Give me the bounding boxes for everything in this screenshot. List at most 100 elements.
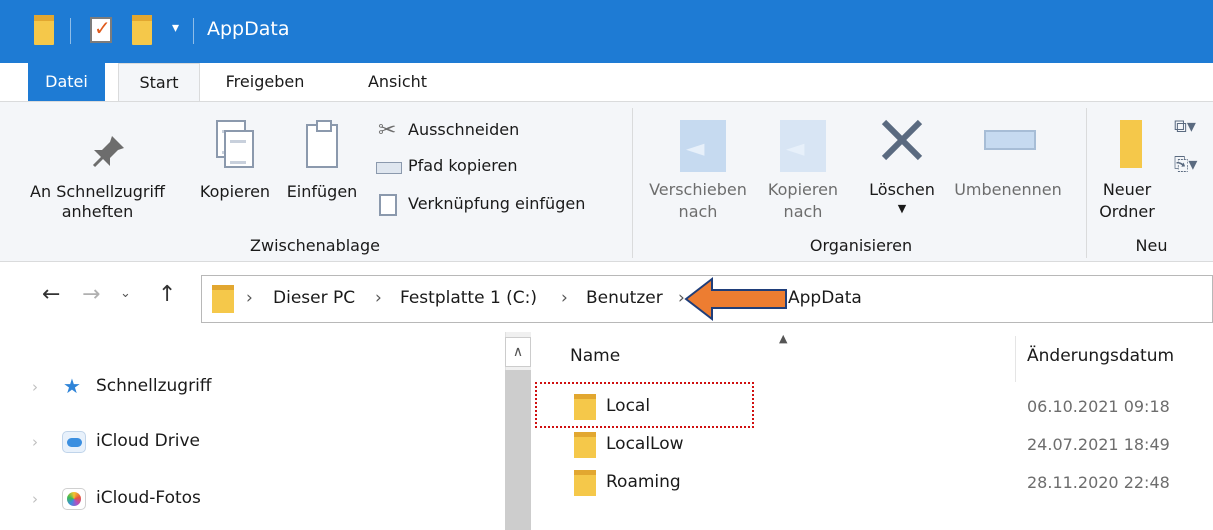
- clipboard-icon: [306, 120, 338, 168]
- file-row[interactable]: Roaming 28.11.2020 22:48: [540, 468, 1213, 500]
- tab-start[interactable]: Start: [118, 63, 200, 101]
- nav-item-label: Schnellzugriff: [96, 376, 212, 396]
- paste-shortcut-button[interactable]: Verknüpfung einfügen: [374, 192, 634, 220]
- ribbon: An Schnellzugriff anheften Kopieren Einf…: [0, 101, 1213, 262]
- new-item-icon[interactable]: ⧉▾: [1174, 116, 1208, 142]
- new-folder-label-line1: Neuer: [1102, 180, 1152, 199]
- paste-label: Einfügen: [286, 182, 358, 201]
- breadcrumb-benutzer[interactable]: Benutzer: [586, 288, 663, 308]
- star-pin-icon: ★: [63, 374, 81, 398]
- copy-icon: [224, 130, 254, 168]
- column-header-name[interactable]: Name: [570, 346, 620, 366]
- copy-path-button[interactable]: Pfad kopieren: [374, 154, 634, 182]
- file-date: 06.10.2021 09:18: [1027, 397, 1170, 416]
- breadcrumb-appdata[interactable]: AppData: [788, 288, 862, 308]
- pin-label-line1: An Schnellzugriff: [30, 182, 165, 201]
- pin-to-quick-access-button[interactable]: An Schnellzugriff anheften: [0, 102, 195, 227]
- annotation-arrow-icon: [684, 276, 787, 322]
- group-label-new: Neu: [1135, 236, 1168, 255]
- move-to-label-line2: nach: [678, 202, 718, 221]
- highlight-annotation: [535, 382, 754, 428]
- copy-button[interactable]: Kopieren: [192, 102, 278, 227]
- pin-label-line2: anheften: [61, 202, 134, 221]
- file-name: Roaming: [606, 472, 681, 492]
- paste-button[interactable]: Einfügen: [280, 102, 364, 227]
- tab-ansicht[interactable]: Ansicht: [355, 63, 440, 101]
- cut-button[interactable]: ✂ Ausschneiden: [374, 118, 634, 146]
- column-separator[interactable]: [1015, 336, 1016, 382]
- delete-button[interactable]: Löschen ▼: [860, 102, 944, 227]
- scissors-icon: ✂: [378, 118, 397, 143]
- ribbon-separator: [1086, 108, 1087, 258]
- expand-chevron-icon[interactable]: ›: [32, 378, 38, 396]
- nav-item-icloud-drive[interactable]: › iCloud Drive: [0, 427, 500, 461]
- file-row[interactable]: LocalLow 24.07.2021 18:49: [540, 430, 1213, 462]
- nav-item-label: iCloud Drive: [96, 431, 201, 451]
- title-bar: ▾ AppData: [0, 0, 1213, 63]
- file-name: LocalLow: [606, 434, 684, 454]
- window-title: AppData: [207, 18, 290, 40]
- rename-icon: [984, 130, 1036, 150]
- delete-x-icon: [878, 116, 926, 164]
- address-bar-row: ← → ⌄ ↑ › Dieser PC › Festplatte 1 (C:) …: [0, 262, 1213, 332]
- nav-item-label: iCloud-Fotos: [96, 488, 201, 508]
- back-arrow-icon[interactable]: ←: [42, 282, 60, 307]
- file-date: 28.11.2020 22:48: [1027, 473, 1170, 492]
- breadcrumb-separator-icon[interactable]: ›: [375, 288, 382, 308]
- copy-to-icon: [780, 120, 826, 172]
- expand-chevron-icon[interactable]: ›: [32, 433, 38, 451]
- scroll-up-arrow-icon[interactable]: ∧: [505, 337, 531, 367]
- folder-icon: [574, 470, 596, 496]
- toolbar-separator: [70, 18, 71, 44]
- cut-label: Ausschneiden: [408, 120, 520, 139]
- ribbon-separator: [632, 108, 633, 258]
- photos-icon: [62, 488, 86, 510]
- copy-path-label: Pfad kopieren: [408, 156, 518, 175]
- easy-access-icon[interactable]: ⎘▾: [1174, 154, 1208, 180]
- move-to-button[interactable]: Verschieben nach: [642, 102, 754, 227]
- copy-to-label-line1: Kopieren: [767, 180, 839, 199]
- new-folder-button[interactable]: Neuer Ordner: [1092, 102, 1162, 227]
- scrollbar-thumb[interactable]: [505, 370, 531, 530]
- icloud-icon: [62, 431, 86, 453]
- breadcrumb-festplatte[interactable]: Festplatte 1 (C:): [400, 288, 537, 308]
- rename-button[interactable]: Umbenennen: [944, 102, 1072, 227]
- move-to-label-line1: Verschieben: [649, 180, 747, 199]
- customize-quick-access-icon[interactable]: ▾: [172, 20, 179, 36]
- breadcrumb-separator-icon[interactable]: ›: [246, 288, 253, 308]
- pin-icon: [88, 132, 128, 172]
- forward-arrow-icon[interactable]: →: [82, 282, 100, 307]
- shortcut-icon: [379, 194, 397, 216]
- path-icon: [376, 162, 402, 174]
- new-folder-icon[interactable]: [132, 15, 152, 45]
- group-label-clipboard: Zwischenablage: [250, 236, 380, 255]
- new-folder-icon: [1120, 120, 1142, 168]
- ribbon-tabs: Datei Start Freigeben Ansicht: [0, 63, 1213, 101]
- toolbar-separator: [193, 18, 194, 44]
- recent-locations-chevron-icon[interactable]: ⌄: [120, 286, 131, 301]
- new-folder-label-line2: Ordner: [1099, 202, 1155, 221]
- folder-icon: [574, 432, 596, 458]
- sort-ascending-icon: ▲: [779, 332, 788, 345]
- move-to-icon: [680, 120, 726, 172]
- copy-to-label-line2: nach: [783, 202, 823, 221]
- folder-icon[interactable]: [34, 15, 54, 45]
- group-label-organize: Organisieren: [809, 236, 913, 255]
- folder-icon: [212, 285, 234, 313]
- breadcrumb-dieser-pc[interactable]: Dieser PC: [273, 288, 355, 308]
- up-arrow-icon[interactable]: ↑: [158, 282, 176, 307]
- copy-to-button[interactable]: Kopieren nach: [758, 102, 848, 227]
- copy-label: Kopieren: [199, 182, 271, 201]
- paste-shortcut-label: Verknüpfung einfügen: [408, 194, 586, 213]
- nav-item-icloud-fotos[interactable]: › iCloud-Fotos: [0, 482, 500, 516]
- tab-freigeben[interactable]: Freigeben: [210, 63, 320, 101]
- nav-item-schnellzugriff[interactable]: › ★ Schnellzugriff: [0, 372, 500, 406]
- file-date: 24.07.2021 18:49: [1027, 435, 1170, 454]
- rename-label: Umbenennen: [954, 180, 1062, 199]
- delete-dropdown-icon[interactable]: ▼: [860, 198, 944, 220]
- breadcrumb-separator-icon[interactable]: ›: [561, 288, 568, 308]
- column-header-date[interactable]: Änderungsdatum: [1027, 346, 1174, 366]
- tab-datei[interactable]: Datei: [28, 63, 105, 101]
- expand-chevron-icon[interactable]: ›: [32, 490, 38, 508]
- properties-icon[interactable]: [90, 16, 112, 43]
